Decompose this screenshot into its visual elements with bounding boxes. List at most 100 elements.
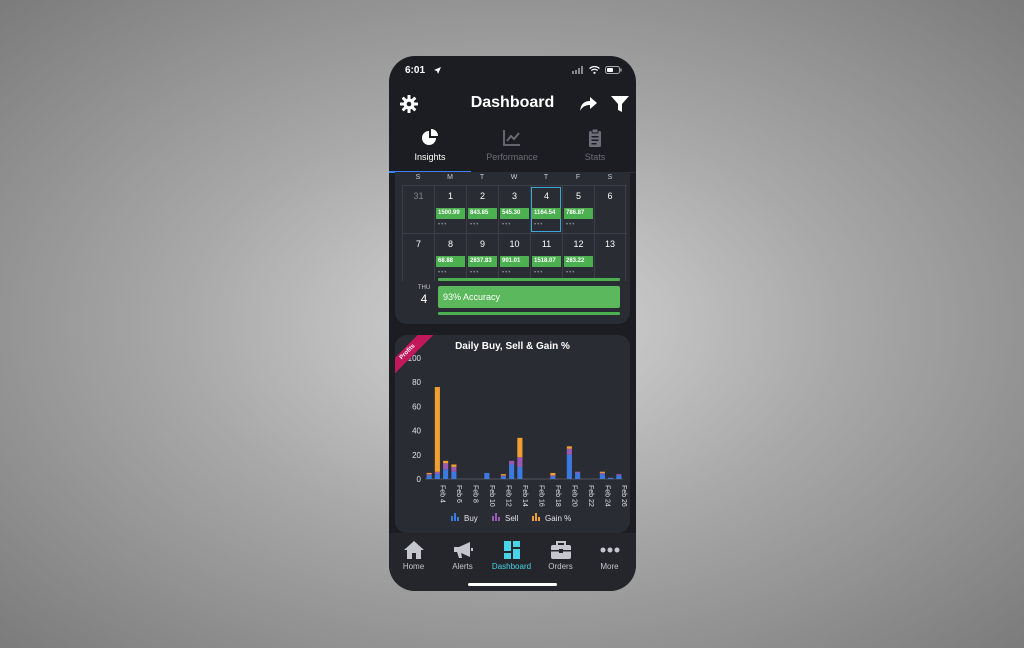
calendar-day[interactable]: 5 786.87 ••• [562,186,594,233]
tabbar-more[interactable]: More [585,540,634,571]
tab-insights-label: Insights [414,152,446,162]
calendar-day-number: 31 [413,191,424,201]
status-time: 6:01 [405,65,426,76]
calendar-day[interactable]: 8 68.88 ••• [434,234,466,281]
tabbar-alerts[interactable]: Alerts [438,540,487,571]
calendar-day[interactable]: 3 545.30 ••• [498,186,530,233]
bar-sell [599,472,605,475]
x-tick-label: Feb 26 [620,485,627,507]
bar-sell [550,475,556,477]
x-tick-label: Feb 18 [554,485,561,507]
y-tick-label: 80 [412,378,421,387]
bar-buy [550,476,556,479]
calendar-day-number: 11 [541,239,552,249]
bar-buy [426,475,432,479]
trend-chart-icon [503,130,520,146]
calendar-card: S M T W T F S 31 1 1500.99 ••• 2 843.85 ••• 3 54… [395,172,630,324]
bar-buy [575,472,581,479]
bar-chart: 020406080100Feb 4 Feb 6 Feb 8 Feb 10 Feb 12 F… [408,354,627,523]
chart-title: Daily Buy, Sell & Gain % [455,341,570,352]
tab-insights[interactable]: Insights [389,126,471,173]
accuracy-bar-previous [438,278,620,281]
weekday-label: T [479,174,485,181]
calendar-day-more-dots: ••• [566,270,576,276]
tab-stats-label: Stats [584,152,606,162]
calendar-week: 7 8 68.88 ••• 9 2837.83 ••• 10 991.01 ••• 11 1518.0… [402,233,627,281]
bar-gain [443,460,449,464]
bar-sell [434,471,440,475]
calendar-day-more-dots: ••• [502,270,512,276]
tabbar-alerts-label: Alerts [452,562,473,571]
bar-buy [517,466,523,479]
legend-swatch [498,517,500,521]
bar-gain [550,472,556,476]
dashboard-icon [503,541,520,559]
calendar-day[interactable]: 9 2837.83 ••• [466,234,498,281]
bar-sell [500,475,506,477]
legend-item[interactable]: Buy [451,513,478,523]
calendar-day-number: 13 [604,239,615,249]
legend-swatch [532,516,534,521]
x-tick-label: Feb 24 [603,485,610,507]
bar-gain [566,446,572,449]
x-tick-label: Feb 20 [570,485,577,507]
tabbar-home-label: Home [402,562,425,571]
bar-sell [517,457,523,467]
y-tick-label: 0 [417,475,422,484]
calendar-day-more-dots: ••• [470,222,480,228]
calendar-day[interactable]: 31 [402,186,434,233]
calendar-day-more-dots: ••• [534,270,544,276]
legend-label: Buy [464,514,478,523]
weekday-label: W [510,174,518,181]
legend-item[interactable]: Sell [492,513,519,523]
calendar-day-value: 283.22 [564,256,593,267]
tabbar-orders[interactable]: Orders [536,540,585,571]
calendar-day[interactable]: 13 [594,234,626,281]
calendar-day[interactable]: 6 [594,186,626,233]
calendar-day-more-dots: ••• [534,222,544,228]
calendar-day[interactable]: 1 1500.99 ••• [434,186,466,233]
calendar-day-value: 68.88 [436,256,465,267]
pie-chart-icon [422,129,438,145]
calendar-day-more-dots: ••• [566,222,576,228]
calendar-day[interactable]: 2 843.85 ••• [466,186,498,233]
calendar-day-value: 843.85 [468,208,497,219]
calendar-day-value: 1518.07 [532,256,561,267]
tab-stats[interactable]: Stats [554,126,636,172]
share-icon[interactable] [578,94,598,114]
bar-sell [566,448,572,455]
calendar-day[interactable]: 11 1518.07 ••• [530,234,562,281]
tabbar-more-label: More [600,562,619,571]
calendar-day-value: 786.87 [564,208,593,219]
calendar-week: 31 1 1500.99 ••• 2 843.85 ••• 3 545.30 ••• 4 1164.5… [402,185,627,233]
filter-icon[interactable] [610,94,630,114]
bar-sell [509,460,515,465]
calendar-day-value: 1500.99 [436,208,465,219]
megaphone-icon [453,542,473,558]
calendar-day-value: 2837.83 [468,256,497,267]
calendar-day-value: 1164.54 [532,208,561,219]
legend-item[interactable]: Gain % [532,513,571,523]
x-tick-label: Feb 12 [504,485,511,507]
accuracy-bar[interactable]: 93% Accuracy [438,286,620,308]
bar-sell [426,474,432,476]
phone-screen: 6:01 Dashboard Insights Performance Stat… [389,56,636,591]
tabbar-dashboard[interactable]: Dashboard [487,540,536,571]
legend-label: Gain % [545,514,571,523]
calendar-day[interactable]: 4 1164.54 ••• [530,186,562,233]
legend-swatch [454,513,456,521]
tab-performance[interactable]: Performance [471,126,553,172]
bar-buy [484,472,490,479]
tab-performance-label: Performance [486,152,538,162]
legend-swatch [535,513,537,521]
x-tick-label: Feb 10 [488,485,495,507]
calendar-day[interactable]: 7 [402,234,434,281]
weekday-label: F [575,174,581,181]
weekday-label: S [607,174,613,181]
calendar-day-value: 991.01 [500,256,529,267]
tabbar-home[interactable]: Home [389,540,438,571]
briefcase-icon [550,541,571,559]
calendar-day[interactable]: 10 991.01 ••• [498,234,530,281]
calendar-day[interactable]: 12 283.22 ••• [562,234,594,281]
calendar-day-number: 5 [575,191,581,201]
